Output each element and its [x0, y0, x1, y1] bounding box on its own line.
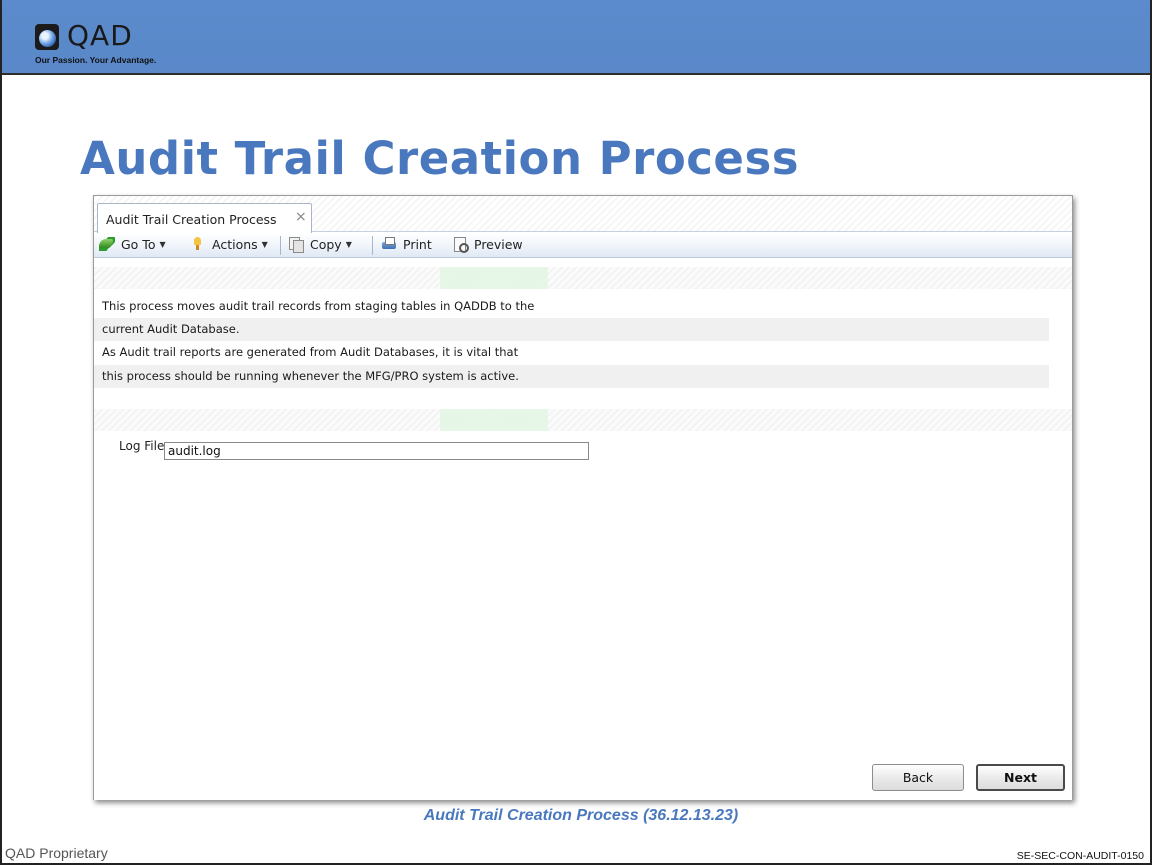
description-line: This process moves audit trail records f… — [102, 299, 535, 313]
tab-label: Audit Trail Creation Process — [106, 212, 277, 227]
toolbar-separator — [280, 236, 281, 255]
print-label: Print — [403, 237, 432, 252]
go-to-label: Go To — [121, 237, 156, 252]
content-area: This process moves audit trail records f… — [94, 259, 1072, 800]
preview-icon — [452, 237, 469, 253]
toolbar-separator — [372, 236, 373, 255]
slide: QAD Our Passion. Your Advantage. Audit T… — [0, 0, 1152, 865]
print-icon — [381, 237, 397, 251]
frame-band — [94, 409, 1072, 431]
slide-title: Audit Trail Creation Process — [80, 132, 800, 185]
tagline: Our Passion. Your Advantage. — [35, 55, 157, 65]
copy-icon — [288, 237, 304, 253]
go-to-icon — [99, 237, 115, 251]
log-file-input[interactable]: audit.log — [164, 442, 589, 460]
preview-label: Preview — [474, 237, 523, 252]
tab-strip: Audit Trail Creation Process × — [94, 196, 1072, 233]
footer-slide-id: SE-SEC-CON-AUDIT-0150 — [1016, 850, 1144, 862]
frame-band — [94, 267, 1072, 289]
close-icon[interactable]: × — [295, 209, 307, 225]
app-window: Audit Trail Creation Process × Go To ▼ Ac… — [93, 195, 1073, 800]
caret-down-icon: ▼ — [159, 240, 166, 249]
qad-logo: QAD Our Passion. Your Advantage. — [35, 19, 205, 72]
footer-proprietary: QAD Proprietary — [5, 845, 108, 861]
copy-label: Copy — [310, 237, 342, 252]
caret-down-icon: ▼ — [345, 240, 352, 249]
go-to-menu[interactable]: Go To ▼ — [99, 237, 166, 254]
qad-logo-icon — [35, 24, 59, 50]
log-file-label: Log File: — [119, 439, 169, 453]
actions-label: Actions — [212, 237, 258, 252]
description-line: current Audit Database. — [94, 318, 1049, 341]
header-band: QAD Our Passion. Your Advantage. — [2, 0, 1150, 75]
description-line: this process should be running whenever … — [94, 365, 1049, 388]
preview-button[interactable]: Preview — [452, 237, 523, 254]
tab-audit-trail-creation-process[interactable]: Audit Trail Creation Process × — [97, 203, 312, 233]
toolbar: Go To ▼ Actions ▼ Copy ▼ Print Preview — [94, 233, 1072, 258]
back-button[interactable]: Back — [872, 764, 964, 791]
actions-icon — [190, 237, 206, 251]
caret-down-icon: ▼ — [261, 240, 268, 249]
next-button[interactable]: Next — [976, 764, 1065, 791]
figure-caption: Audit Trail Creation Process (36.12.13.2… — [423, 807, 739, 824]
print-button[interactable]: Print — [381, 237, 432, 254]
description-line: As Audit trail reports are generated fro… — [102, 345, 519, 359]
actions-menu[interactable]: Actions ▼ — [190, 237, 268, 254]
logo-text: QAD — [67, 19, 133, 52]
copy-menu[interactable]: Copy ▼ — [288, 237, 352, 254]
